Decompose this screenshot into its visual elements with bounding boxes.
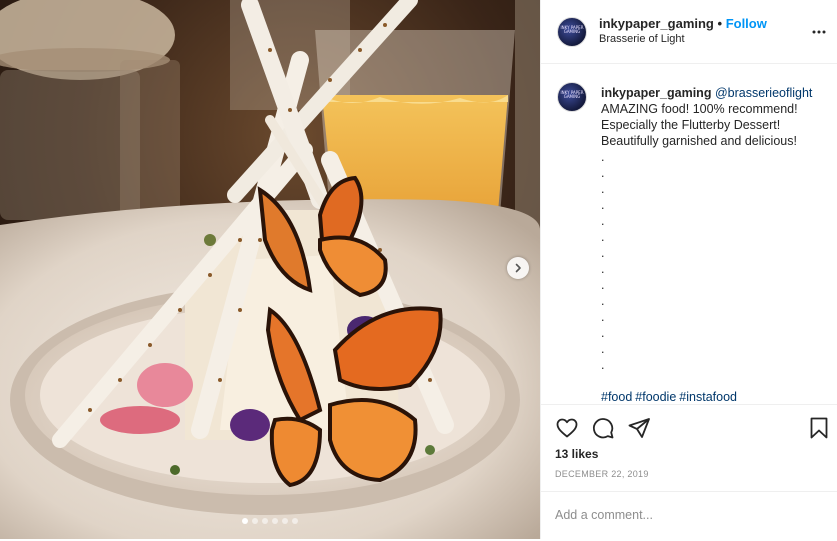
caption-line: Especially the Flutterby Dessert!	[601, 118, 781, 132]
carousel-dot	[252, 518, 258, 524]
header-username-row: inkypaper_gaming • Follow	[599, 16, 767, 31]
caption-mention[interactable]: @brasserieoflight	[715, 86, 812, 100]
caption-line: .	[601, 166, 605, 180]
caption-line: .	[601, 230, 605, 244]
actions-section: 13 likes DECEMBER 22, 2019	[541, 404, 837, 540]
post-date[interactable]: DECEMBER 22, 2019	[555, 469, 649, 479]
caption-text: inkypaper_gaming @brasserieoflight AMAZI…	[601, 85, 826, 404]
likes-count[interactable]: 13 likes	[555, 447, 598, 461]
carousel-dot	[242, 518, 248, 524]
hashtag-link[interactable]: #foodie	[635, 390, 676, 404]
carousel-dot	[292, 518, 298, 524]
caption-line: Beautifully garnished and delicious!	[601, 134, 797, 148]
follow-button[interactable]: Follow	[726, 16, 767, 31]
post-header: INKY PAPER GAMING inkypaper_gaming • Fol…	[541, 0, 837, 64]
chevron-right-icon	[515, 263, 521, 273]
comment-icon[interactable]	[591, 416, 615, 440]
caption-line: .	[601, 182, 605, 196]
caption-lines: AMAZING food! 100% recommend! Especially …	[601, 101, 826, 373]
location-link[interactable]: Brasserie of Light	[599, 33, 685, 45]
hashtag-link[interactable]: #food	[601, 390, 632, 404]
avatar[interactable]: INKY PAPER GAMING	[557, 17, 587, 47]
caption-avatar-text: INKY PAPER GAMING	[560, 90, 584, 99]
caption-line: .	[601, 150, 605, 164]
caption-line: .	[601, 294, 605, 308]
more-options-icon[interactable]	[811, 24, 827, 40]
bookmark-icon[interactable]	[807, 416, 831, 440]
caption-line: .	[601, 262, 605, 276]
hashtag-link[interactable]: #instafood	[679, 390, 737, 404]
instagram-post: INKY PAPER GAMING inkypaper_gaming • Fol…	[0, 0, 837, 539]
header-separator: •	[717, 16, 723, 31]
post-photo[interactable]	[0, 0, 540, 539]
caption-line: .	[601, 342, 605, 356]
caption-hashtags: #food #foodie #instafood	[601, 389, 826, 404]
caption-line: .	[601, 310, 605, 324]
caption-line: AMAZING food! 100% recommend!	[601, 102, 798, 116]
comment-input[interactable]	[555, 508, 815, 522]
caption-section: INKY PAPER GAMING inkypaper_gaming @bras…	[541, 64, 837, 404]
caption-username[interactable]: inkypaper_gaming	[601, 86, 711, 100]
caption-line: .	[601, 278, 605, 292]
caption-line: .	[601, 326, 605, 340]
carousel-next-button[interactable]	[507, 257, 529, 279]
share-icon[interactable]	[627, 416, 651, 440]
post-side-panel: INKY PAPER GAMING inkypaper_gaming • Fol…	[540, 0, 837, 539]
carousel-dot	[262, 518, 268, 524]
comment-bar	[541, 491, 837, 541]
header-username[interactable]: inkypaper_gaming	[599, 16, 714, 31]
caption-avatar[interactable]: INKY PAPER GAMING	[557, 82, 587, 112]
caption-line: .	[601, 198, 605, 212]
carousel-dot	[272, 518, 278, 524]
caption-line: .	[601, 246, 605, 260]
dessert-photo-illustration	[0, 0, 540, 539]
heart-icon[interactable]	[555, 416, 579, 440]
caption-line: .	[601, 214, 605, 228]
avatar-text: INKY PAPER GAMING	[560, 25, 584, 34]
carousel-indicator	[0, 518, 540, 524]
carousel-dot	[282, 518, 288, 524]
caption-line: .	[601, 358, 605, 372]
